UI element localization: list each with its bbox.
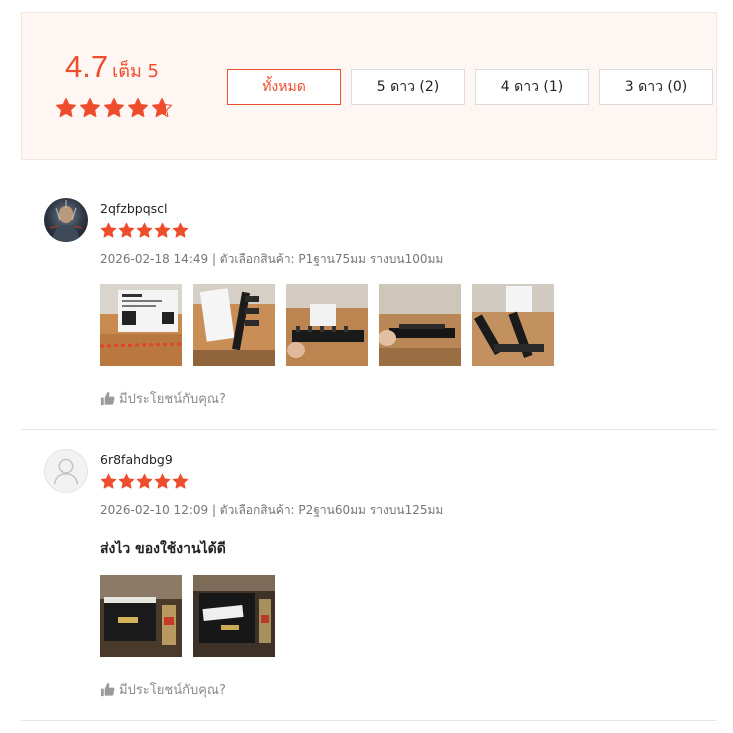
- divider: [21, 429, 717, 430]
- avatar-image: [49, 200, 83, 242]
- helpful-label: มีประโยชน์กับคุณ?: [119, 683, 226, 698]
- average-stars: [55, 97, 173, 119]
- star-icon: [100, 222, 117, 239]
- review-photos: [100, 575, 275, 657]
- avatar[interactable]: [44, 198, 88, 242]
- avatar[interactable]: [44, 449, 88, 493]
- helpful-button[interactable]: มีประโยชน์กับคุณ?: [100, 388, 226, 409]
- thumbs-up-icon: [100, 391, 115, 406]
- star-icon: [100, 473, 117, 490]
- review-username: 6r8fahdbg9: [100, 452, 173, 467]
- star-icon: [103, 97, 125, 119]
- star-icon: [151, 97, 173, 119]
- filter-5-star-button[interactable]: 5 ดาว (2): [351, 69, 465, 105]
- review-meta: 2026-02-18 14:49 | ตัวเลือกสินค้า: P1ฐาน…: [100, 252, 444, 266]
- review-photo[interactable]: [193, 284, 275, 366]
- star-icon: [136, 473, 153, 490]
- review-photo[interactable]: [193, 575, 275, 657]
- star-icon: [118, 222, 135, 239]
- review-username: 2qfzbpqscl: [100, 201, 168, 216]
- user-icon: [53, 458, 79, 485]
- star-icon: [79, 97, 101, 119]
- review-photo[interactable]: [472, 284, 554, 366]
- star-icon: [55, 97, 77, 119]
- review-meta: 2026-02-10 12:09 | ตัวเลือกสินค้า: P2ฐาน…: [100, 503, 444, 517]
- review-photo[interactable]: [100, 575, 182, 657]
- helpful-button[interactable]: มีประโยชน์กับคุณ?: [100, 679, 226, 700]
- star-icon: [127, 97, 149, 119]
- average-score: 4.7 เต็ม 5: [65, 49, 159, 85]
- helpful-label: มีประโยชน์กับคุณ?: [119, 392, 226, 407]
- filter-all-button[interactable]: ทั้งหมด: [227, 69, 341, 105]
- filter-4-star-button[interactable]: 4 ดาว (1): [475, 69, 589, 105]
- score-out-of: เต็ม 5: [112, 61, 159, 82]
- review-comment: ส่งไว ของใช้งานได้ดี: [100, 541, 226, 557]
- star-icon: [154, 222, 171, 239]
- filter-3-star-button[interactable]: 3 ดาว (0): [599, 69, 713, 105]
- review-photos: [100, 284, 554, 366]
- review-item: 2qfzbpqscl 2026-02-18 14:49 | ตัวเลือกสิ…: [21, 160, 717, 430]
- average-score-value: 4.7: [65, 49, 109, 84]
- review-photo[interactable]: [100, 284, 182, 366]
- review-item: 6r8fahdbg9 2026-02-10 12:09 | ตัวเลือกสิ…: [21, 431, 717, 721]
- rating-filters: ทั้งหมด 5 ดาว (2) 4 ดาว (1) 3 ดาว (0): [227, 69, 713, 105]
- star-icon: [136, 222, 153, 239]
- review-photo[interactable]: [379, 284, 461, 366]
- star-icon: [172, 473, 189, 490]
- thumbs-up-icon: [100, 682, 115, 697]
- review-stars: [100, 473, 189, 490]
- review-photo[interactable]: [286, 284, 368, 366]
- review-stars: [100, 222, 189, 239]
- star-icon: [154, 473, 171, 490]
- star-icon: [172, 222, 189, 239]
- divider: [21, 720, 717, 721]
- star-icon: [118, 473, 135, 490]
- rating-summary: 4.7 เต็ม 5 ทั้งหมด 5 ดาว (2) 4 ดาว (1) 3 …: [21, 12, 717, 160]
